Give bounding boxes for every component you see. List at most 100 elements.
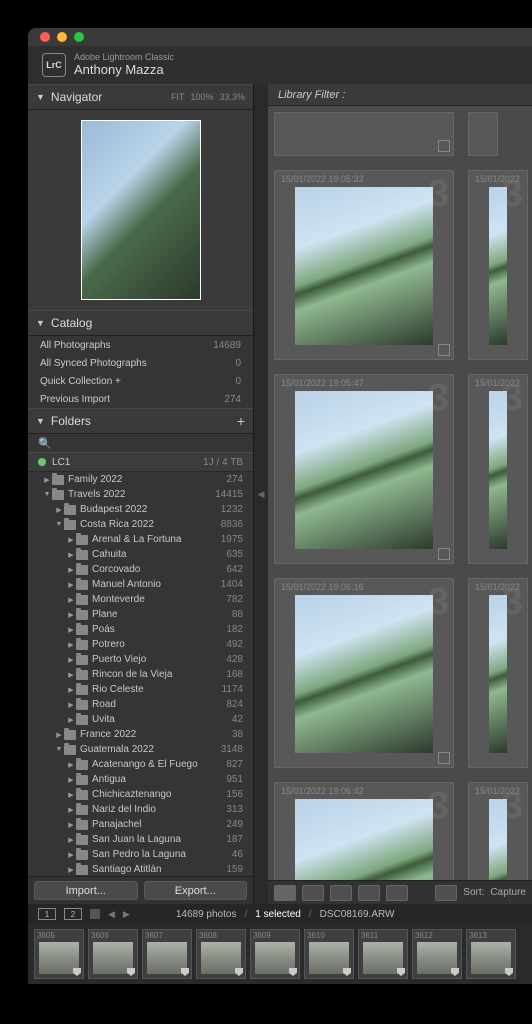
grid-cell[interactable]: 15/01/2022 19:06:423 [274, 782, 454, 880]
zoom-33[interactable]: 33.3% [219, 92, 245, 102]
zoom-100[interactable]: 100% [190, 92, 213, 102]
folder-item[interactable]: ▶France 202238 [28, 727, 253, 742]
folder-item[interactable]: ▶San Juan la Laguna187 [28, 832, 253, 847]
grid-cell[interactable]: 15/01/20223 [468, 578, 528, 768]
volume-status-icon [38, 458, 46, 466]
filmstrip-cell[interactable]: 3610 [304, 929, 354, 979]
import-button[interactable]: Import... [34, 881, 138, 900]
navigator-preview[interactable] [81, 120, 201, 300]
folder-item[interactable]: ▶Family 2022274 [28, 472, 253, 487]
next-icon[interactable]: ▶ [123, 909, 130, 920]
window-titlebar [28, 28, 532, 46]
grid-cell[interactable]: 15/01/20223 [468, 170, 528, 360]
grid-cell[interactable] [468, 112, 498, 156]
folder-item[interactable]: ▶Cahuita635 [28, 547, 253, 562]
folder-search[interactable]: 🔍 [28, 434, 253, 452]
folder-item[interactable]: ▶Puerto Viejo428 [28, 652, 253, 667]
filmstrip-cell[interactable]: 3608 [196, 929, 246, 979]
filmstrip-cell[interactable]: 3606 [88, 929, 138, 979]
folder-item[interactable]: ▶Uvita42 [28, 712, 253, 727]
filmstrip-cell[interactable]: 3611 [358, 929, 408, 979]
folder-item[interactable]: ▼Guatemala 20223148 [28, 742, 253, 757]
filmstrip-cell[interactable]: 3605 [34, 929, 84, 979]
grid-cell[interactable]: 15/01/20223 [468, 782, 528, 880]
loupe-view-icon[interactable] [302, 885, 324, 901]
folder-item[interactable]: ▶Monteverde782 [28, 592, 253, 607]
folder-item[interactable]: ▶Manuel Antonio1404 [28, 577, 253, 592]
grid-view-icon[interactable] [274, 885, 296, 901]
folder-item[interactable]: ▼Travels 202214415 [28, 487, 253, 502]
folder-item[interactable]: ▶Antigua951 [28, 772, 253, 787]
folder-icon [64, 520, 76, 530]
catalog-header[interactable]: ▼ Catalog [28, 310, 253, 336]
cell-thumb [295, 595, 433, 753]
folder-icon [64, 730, 76, 740]
folder-item[interactable]: ▶Nariz del Indio313 [28, 802, 253, 817]
flag-icon [505, 968, 513, 976]
filmstrip[interactable]: 3605 36063607 3608 3609 3610361136123613 [28, 924, 532, 984]
folder-item[interactable]: ▶Santiago Atitlán159 [28, 862, 253, 876]
grid-toolbar: Sort: Capture [268, 880, 532, 904]
folder-icon [52, 490, 64, 500]
folder-item[interactable]: ▶Panajachel249 [28, 817, 253, 832]
close-icon[interactable] [40, 32, 50, 42]
app-badge: LrC [42, 53, 66, 77]
volume-row[interactable]: LC1 1J / 4 TB [28, 452, 253, 472]
screen-2[interactable]: 2 [64, 908, 82, 920]
filmstrip-cell[interactable]: 3613 [466, 929, 516, 979]
library-filter-bar[interactable]: Library Filter : [268, 84, 532, 106]
people-view-icon[interactable] [386, 885, 408, 901]
filmstrip-cell[interactable]: 3612 [412, 929, 462, 979]
sort-value[interactable]: Capture [490, 887, 526, 898]
left-panel: ▼ Navigator FIT 100% 33.3% ▼ Catalog All… [28, 84, 254, 904]
folder-icon [76, 670, 88, 680]
catalog-item[interactable]: Previous Import274 [28, 390, 253, 408]
grid-icon[interactable] [90, 909, 100, 919]
screen-1[interactable]: 1 [38, 908, 56, 920]
grid-cell[interactable]: 15/01/2022 19:05:323 [274, 170, 454, 360]
folder-item[interactable]: ▶Chichicaztenango156 [28, 787, 253, 802]
filmstrip-cell[interactable]: 3609 [250, 929, 300, 979]
folder-icon [76, 805, 88, 815]
catalog-item[interactable]: Quick Collection +0 [28, 372, 253, 390]
navigator-header[interactable]: ▼ Navigator FIT 100% 33.3% [28, 84, 253, 110]
catalog-item[interactable]: All Synced Photographs0 [28, 354, 253, 372]
maximize-icon[interactable] [74, 32, 84, 42]
folder-item[interactable]: ▶Road824 [28, 697, 253, 712]
add-folder-icon[interactable]: + [237, 413, 245, 429]
folder-item[interactable]: ▶Poás182 [28, 622, 253, 637]
filmstrip-index: 3609 [253, 931, 271, 940]
minimize-icon[interactable] [57, 32, 67, 42]
folder-item[interactable]: ▶Arenal & La Fortuna1975 [28, 532, 253, 547]
grid-cell[interactable]: 15/01/2022 19:05:473 [274, 374, 454, 564]
folder-item[interactable]: ▶Rincon de la Vieja168 [28, 667, 253, 682]
prev-icon[interactable]: ◀ [108, 909, 115, 920]
zoom-fit[interactable]: FIT [171, 92, 185, 102]
folder-item[interactable]: ▶Corcovado642 [28, 562, 253, 577]
catalog-title: Catalog [51, 316, 92, 330]
grid-cell[interactable]: 15/01/2022 19:06:163 [274, 578, 454, 768]
folder-item[interactable]: ▶Acatenango & El Fuego827 [28, 757, 253, 772]
grid-cell[interactable]: 15/01/20223 [468, 374, 528, 564]
folder-item[interactable]: ▶Rio Celeste1174 [28, 682, 253, 697]
survey-view-icon[interactable] [358, 885, 380, 901]
collapse-left-icon[interactable]: ◀ [254, 84, 268, 904]
filmstrip-cell[interactable]: 3607 [142, 929, 192, 979]
folder-icon [76, 640, 88, 650]
cell-thumb [295, 391, 433, 549]
painter-icon[interactable] [435, 885, 457, 901]
folder-item[interactable]: ▶Plane88 [28, 607, 253, 622]
export-button[interactable]: Export... [144, 881, 248, 900]
cell-thumb [295, 799, 433, 880]
folder-item[interactable]: ▶Budapest 20221232 [28, 502, 253, 517]
filmstrip-index: 3608 [199, 931, 217, 940]
filmstrip-index: 3605 [37, 931, 55, 940]
folder-item[interactable]: ▼Costa Rica 20228836 [28, 517, 253, 532]
folder-item[interactable]: ▶Potrero492 [28, 637, 253, 652]
folders-header[interactable]: ▼ Folders + [28, 408, 253, 434]
folder-item[interactable]: ▶San Pedro la Laguna46 [28, 847, 253, 862]
folder-icon [64, 745, 76, 755]
compare-view-icon[interactable] [330, 885, 352, 901]
grid-cell[interactable] [274, 112, 454, 156]
catalog-item[interactable]: All Photographs14689 [28, 336, 253, 354]
